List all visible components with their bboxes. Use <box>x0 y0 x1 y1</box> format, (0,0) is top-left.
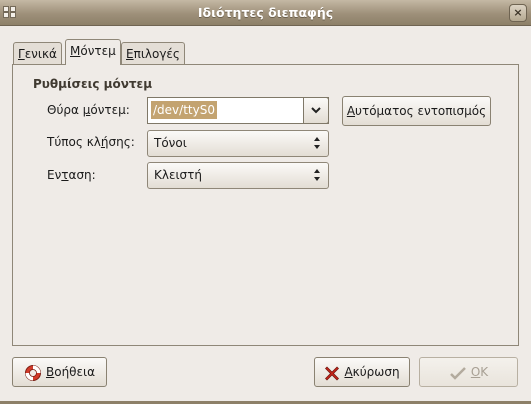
ok-label: K <box>480 365 489 379</box>
dial-type-select[interactable]: Τόνοι <box>147 130 329 157</box>
port-label-part: Θύρα <box>47 103 83 117</box>
port-label: Θύρα μόντεμ: <box>47 103 130 117</box>
cancel-label: κύρωση <box>352 365 400 379</box>
tab-modem[interactable]: Μόντεμ <box>65 39 121 65</box>
tab-options[interactable]: Επιλογές <box>121 42 185 65</box>
cancel-mnemonic: Α <box>344 365 353 379</box>
dial-type-label-part: Τύπος κλ <box>47 135 101 149</box>
chevron-down-icon <box>311 107 321 114</box>
autodetect-mnemonic: Α <box>346 104 356 118</box>
ok-mnemonic: O <box>470 365 481 379</box>
checkmark-icon <box>449 366 466 380</box>
section-title: Ρυθμίσεις μόντεμ <box>33 77 153 91</box>
close-icon[interactable]: × <box>509 4 527 22</box>
window-title: Ιδιότητες διεπαφής <box>197 5 334 20</box>
volume-label-part: Εν <box>47 168 62 182</box>
tab-options-mnemonic: Ε <box>126 47 134 61</box>
title-bar[interactable]: Ιδιότητες διεπαφής × <box>0 0 531 26</box>
volume-label-part: αση: <box>68 168 96 182</box>
tab-general-label: ενικά <box>24 47 57 61</box>
tab-options-label: πιλογές <box>133 47 180 61</box>
volume-value: Κλειστή <box>154 168 202 182</box>
dialog-window: Ιδιότητες διεπαφής × Γενικά Μόντεμ Επιλο… <box>0 0 531 404</box>
help-mnemonic: Β <box>46 365 55 379</box>
tab-modem-mnemonic: Μ <box>70 44 81 58</box>
help-button[interactable]: Βοήθεια <box>12 357 107 387</box>
modem-port-input[interactable]: /dev/ttyS0 <box>147 97 329 124</box>
volume-label-mnemonic: τ <box>61 168 69 182</box>
autodetect-label: υτόματος εντοπισμός <box>355 104 487 118</box>
dial-type-label: Τύπος κλήσης: <box>47 135 135 149</box>
ok-button[interactable]: OK <box>419 357 518 387</box>
tab-general-mnemonic: Γ <box>18 47 25 61</box>
tab-modem-label: όντεμ <box>80 44 116 58</box>
lifebuoy-icon <box>25 364 41 381</box>
up-down-arrows-icon <box>314 137 320 149</box>
autodetect-button[interactable]: Αυτόματος εντοπισμός <box>342 96 491 126</box>
tab-general[interactable]: Γενικά <box>13 42 62 65</box>
modem-port-dropdown-button[interactable] <box>303 97 329 124</box>
modem-tab-panel: Ρυθμίσεις μόντεμ Θύρα μόντεμ: /dev/ttyS0… <box>12 64 519 346</box>
red-x-icon <box>325 366 340 380</box>
port-label-part: όντεμ: <box>90 103 130 117</box>
volume-label: Ενταση: <box>47 168 96 182</box>
help-label: οήθεια <box>54 365 95 379</box>
cancel-button[interactable]: Ακύρωση <box>314 357 410 387</box>
dial-type-label-part: σης: <box>108 135 135 149</box>
dial-type-value: Τόνοι <box>154 136 187 150</box>
volume-select[interactable]: Κλειστή <box>147 162 329 189</box>
up-down-arrows-icon <box>314 169 320 181</box>
modem-port-value: /dev/ttyS0 <box>151 101 217 119</box>
